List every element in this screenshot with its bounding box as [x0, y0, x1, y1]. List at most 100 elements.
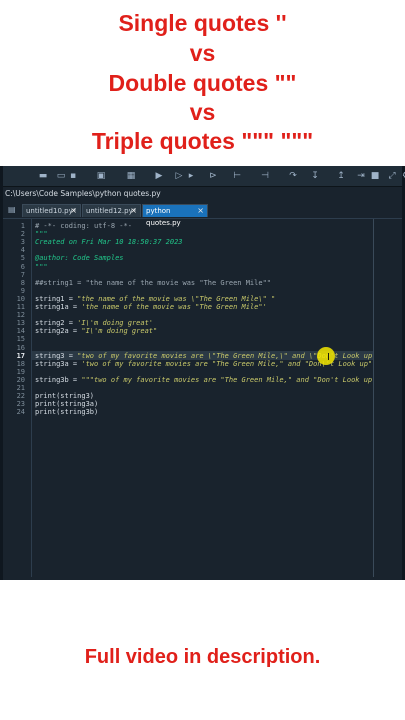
- stop-icon[interactable]: ■: [369, 170, 381, 182]
- code-line[interactable]: print(string3a): [35, 400, 98, 408]
- code-string-literal: "I\'m doing great": [81, 327, 158, 336]
- line-number: 12: [16, 311, 25, 320]
- debug-icon[interactable]: ⊣: [259, 170, 271, 182]
- line-number: 13: [16, 319, 25, 328]
- title-line-4: vs: [189, 99, 216, 125]
- close-tab-icon[interactable]: ×: [130, 205, 137, 217]
- line-number: 23: [16, 400, 25, 409]
- tab-label: untitled12.py*: [86, 207, 137, 215]
- code-string-literal: "the name of the movie was \"The Green M…: [77, 294, 276, 303]
- code-line[interactable]: @author: Code Samples: [35, 254, 124, 262]
- code-statement: print(string3a): [35, 400, 99, 409]
- code-comment: ##string1 = "the name of the movie was "…: [35, 278, 272, 287]
- title-line-1: Single quotes '': [118, 10, 287, 36]
- line-number: 10: [16, 294, 25, 303]
- step-into-icon[interactable]: ↧: [309, 170, 321, 182]
- code-line[interactable]: Created on Fri Mar 10 18:50:37 2023: [35, 238, 183, 246]
- code-statement: print(string3b): [35, 408, 99, 417]
- code-statement: print(string3): [35, 392, 95, 401]
- tab-label: untitled10.py*: [26, 207, 77, 215]
- line-number: 11: [16, 303, 25, 311]
- tab-list-icon[interactable]: ▤: [8, 205, 18, 215]
- top-title-banner: Single quotes '' vs Double quotes "" vs …: [0, 0, 405, 170]
- code-line[interactable]: string2a = "I\'m doing great": [35, 327, 157, 335]
- code-string-literal: """two of my favorite movies are "The Gr…: [81, 375, 373, 384]
- code-identifier: string3b =: [35, 375, 82, 384]
- code-line[interactable]: string1a = 'the name of the movie was "T…: [35, 303, 267, 311]
- run-icon[interactable]: ▶: [153, 170, 165, 182]
- mouse-cursor-highlight: [317, 346, 335, 365]
- line-number: 21: [16, 384, 25, 392]
- run-cell-icon[interactable]: ▸: [185, 170, 197, 182]
- text-cursor-icon: I: [327, 351, 330, 363]
- run-file-icon[interactable]: ▷: [173, 170, 185, 182]
- line-number: 24: [16, 408, 25, 417]
- new-file-icon[interactable]: ▬: [37, 170, 49, 182]
- maximize-icon[interactable]: ⤢: [386, 170, 398, 182]
- code-comment: # -*- coding: utf-8 -*-: [35, 222, 132, 230]
- code-docstring: """: [35, 262, 48, 271]
- title-line-3: Double quotes "": [108, 70, 297, 96]
- line-number: 17: [16, 351, 25, 360]
- run-selection-icon[interactable]: ⊢: [231, 170, 243, 182]
- code-string-literal: 'the name of the movie was "The Green Mi…: [81, 303, 267, 311]
- line-number: 5: [20, 254, 25, 263]
- preferences-icon[interactable]: ⚙: [400, 170, 405, 182]
- step-return-icon[interactable]: ↥: [335, 170, 347, 182]
- editor-toolbar: ▬ ▭▪ ▣ ▦ ▶ ▷▸ ⊳ ⊢ ⊣ ↷ ↧ ↥ ⇥■ ⤢⚙: [3, 166, 405, 187]
- code-identifier: string1a =: [35, 303, 82, 311]
- code-identifier: string2a =: [35, 327, 82, 336]
- save-all-icon[interactable]: ▣: [95, 170, 107, 182]
- file-path-bar: C:\Users\Code Samples\python quotes.py: [3, 187, 402, 201]
- editor-tab-1[interactable]: untitled10.py* ×: [22, 204, 81, 217]
- code-identifier: string3 =: [35, 351, 78, 360]
- save-icon[interactable]: ▪: [67, 170, 79, 182]
- step-icon[interactable]: ↷: [287, 170, 299, 182]
- line-number: 20: [16, 375, 25, 384]
- new-cell-icon[interactable]: ▦: [125, 170, 137, 182]
- editor-tab-bar: ▤ untitled10.py* × untitled12.py* × python q…: [3, 202, 402, 227]
- continue-icon[interactable]: ⇥: [355, 170, 367, 182]
- close-tab-icon[interactable]: ×: [70, 205, 77, 217]
- code-line[interactable]: ##string1 = "the name of the movie was "…: [35, 279, 271, 287]
- line-number: 1: [20, 222, 25, 230]
- code-identifier: string2 =: [35, 319, 78, 328]
- line-number: 3: [20, 238, 25, 247]
- run-cell-advance-icon[interactable]: ⊳: [207, 170, 219, 182]
- code-docstring: Created on Fri Mar 10 18:50:37 2023: [35, 238, 183, 247]
- code-string-literal: 'I\'m doing great': [77, 319, 154, 328]
- code-editor[interactable]: # -*- coding: utf-8 -*- """ Created on Fri…: [32, 219, 373, 577]
- line-number: 15: [16, 335, 25, 344]
- line-number: 16: [16, 343, 25, 352]
- spyder-editor-window: ▬ ▭▪ ▣ ▦ ▶ ▷▸ ⊳ ⊢ ⊣ ↷ ↧ ↥ ⇥■ ⤢⚙ C:\Users\Code Samples…: [0, 166, 405, 580]
- line-number: 22: [16, 392, 25, 401]
- title-line-5: Triple quotes """ """: [91, 128, 314, 154]
- code-line[interactable]: print(string3): [35, 392, 94, 400]
- line-number-gutter: 1 2 3 4 5 6 7 8 9 10 11 12 13 14 15 16 17 18 19 20 21 22 23 24: [3, 219, 32, 577]
- line-number: 18: [16, 359, 25, 368]
- open-folder-icon[interactable]: ▭: [55, 170, 67, 182]
- code-line[interactable]: string1 = "the name of the movie was \"T…: [35, 295, 275, 303]
- code-line[interactable]: # -*- coding: utf-8 -*-: [35, 222, 132, 230]
- code-line[interactable]: """: [35, 263, 48, 271]
- title-line-2: vs: [189, 40, 216, 66]
- code-line[interactable]: string3b = """two of my favorite movies …: [35, 376, 373, 384]
- code-line[interactable]: string2 = 'I\'m doing great': [35, 319, 153, 327]
- line-number: 6: [20, 262, 25, 271]
- editor-tab-2[interactable]: untitled12.py* ×: [82, 204, 141, 217]
- footer-caption: Full video in description.: [84, 646, 321, 668]
- code-line[interactable]: """: [35, 230, 48, 238]
- close-tab-icon[interactable]: ×: [197, 205, 204, 217]
- code-line[interactable]: print(string3b): [35, 408, 98, 416]
- code-docstring: """: [35, 230, 48, 239]
- line-number: 2: [20, 230, 25, 239]
- code-docstring: @author: Code Samples: [35, 254, 124, 263]
- line-number: 7: [20, 270, 25, 279]
- line-number: 4: [20, 246, 25, 255]
- code-identifier: string1 =: [35, 294, 78, 303]
- line-number: 8: [20, 278, 25, 287]
- line-number: 9: [20, 286, 25, 295]
- line-number: 19: [16, 367, 25, 376]
- editor-tab-3[interactable]: python quotes.py ×: [142, 204, 208, 227]
- code-identifier: string3a =: [35, 359, 82, 368]
